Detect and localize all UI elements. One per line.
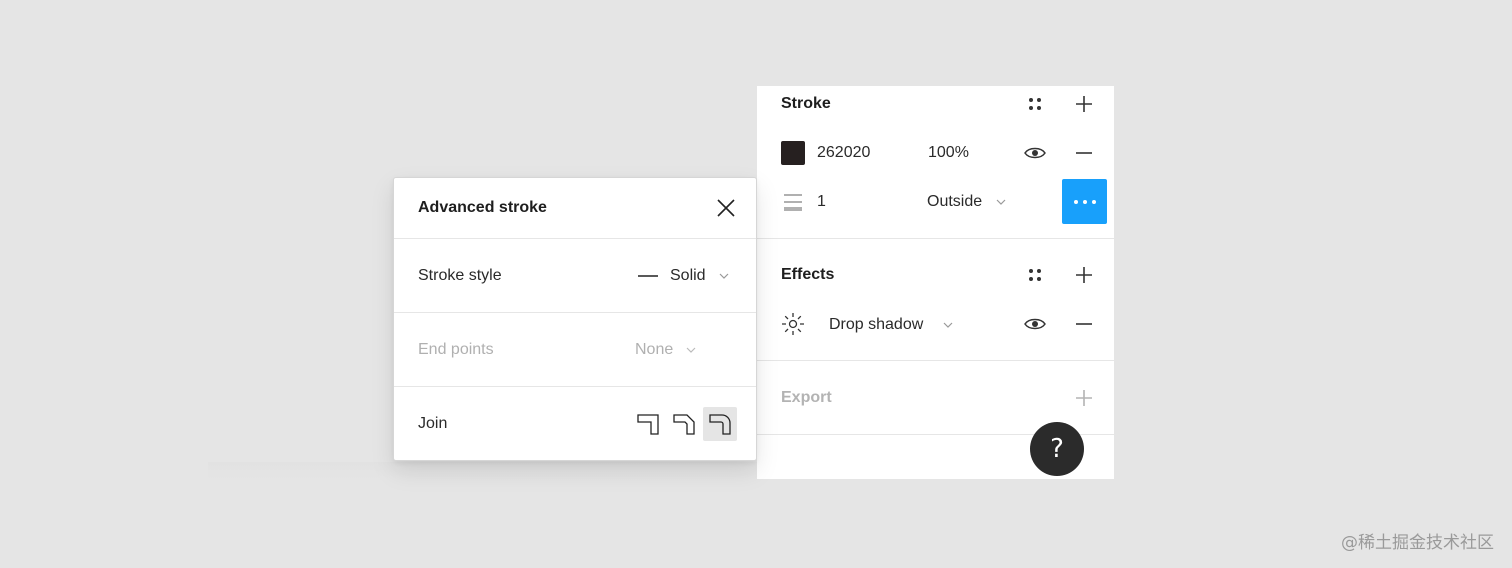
help-button[interactable]: ? (1030, 422, 1084, 476)
canvas-shadow (208, 462, 757, 480)
end-points-chevron-down-icon[interactable] (679, 338, 703, 362)
round-join-button[interactable] (703, 407, 737, 441)
drop-shadow-sun-icon[interactable] (781, 312, 805, 336)
effects-divider (757, 360, 1114, 361)
stroke-weight-value[interactable]: 1 (817, 193, 826, 211)
stroke-section-title: Stroke (781, 95, 831, 112)
remove-effect-minus-icon[interactable] (1072, 312, 1096, 336)
close-icon[interactable] (714, 196, 738, 220)
add-stroke-plus-icon[interactable] (1072, 92, 1096, 116)
stroke-position-select[interactable]: Outside (927, 193, 982, 211)
stroke-style-chevron-down-icon[interactable] (712, 264, 736, 288)
miter-join-button[interactable] (631, 407, 665, 441)
stroke-position-chevron-down-icon[interactable] (989, 190, 1013, 214)
bevel-join-button[interactable] (667, 407, 701, 441)
stroke-visibility-eye-icon[interactable] (1023, 141, 1047, 165)
end-points-label: End points (418, 341, 494, 358)
stroke-styles-grid-icon[interactable] (1023, 92, 1047, 116)
effect-type-select[interactable]: Drop shadow (829, 316, 923, 334)
add-effect-plus-icon[interactable] (1072, 263, 1096, 287)
advanced-stroke-dialog: Advanced stroke Stroke style Solid End p… (393, 177, 757, 461)
stroke-color-hex[interactable]: 262020 (817, 144, 870, 162)
export-section-title: Export (781, 389, 832, 406)
stroke-opacity[interactable]: 100% (928, 144, 969, 162)
effect-type-chevron-down-icon[interactable] (936, 313, 960, 337)
stroke-divider (757, 238, 1114, 239)
effect-styles-grid-icon[interactable] (1023, 263, 1047, 287)
stroke-color-swatch[interactable] (781, 141, 805, 165)
advanced-stroke-more-button[interactable] (1062, 179, 1107, 224)
watermark: @稀土掘金技术社区 (1341, 533, 1494, 553)
properties-panel: Stroke 262020 100% 1 Outside Effects Dro… (757, 86, 1114, 479)
dialog-title: Advanced stroke (418, 199, 547, 216)
stroke-weight-icon (781, 190, 805, 214)
remove-stroke-minus-icon[interactable] (1072, 141, 1096, 165)
stroke-style-select[interactable]: Solid (670, 267, 706, 285)
effect-visibility-eye-icon[interactable] (1023, 312, 1047, 336)
end-points-select[interactable]: None (635, 341, 673, 359)
effects-section-title: Effects (781, 266, 835, 283)
stroke-style-divider (394, 312, 756, 313)
dialog-header-divider (394, 238, 756, 239)
join-label: Join (418, 415, 448, 432)
end-points-divider (394, 386, 756, 387)
solid-line-icon (636, 264, 660, 288)
add-export-plus-icon[interactable] (1072, 386, 1096, 410)
stroke-style-label: Stroke style (418, 267, 502, 284)
